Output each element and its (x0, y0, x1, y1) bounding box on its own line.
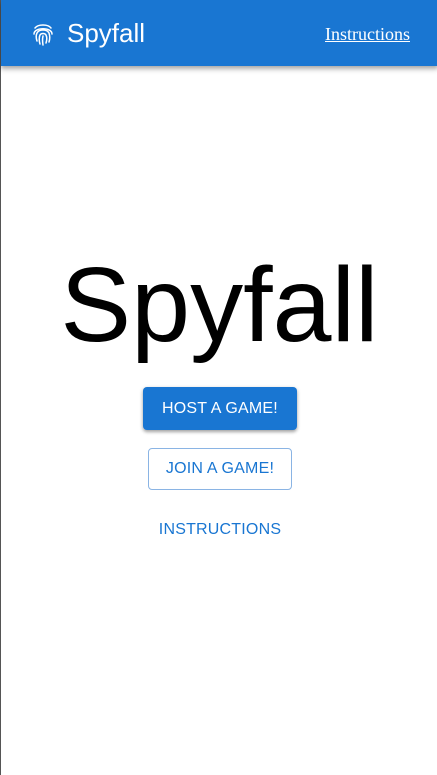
fingerprint-icon (31, 21, 55, 47)
app-title: Spyfall (67, 18, 146, 48)
join-game-button[interactable]: JOIN A GAME! (148, 448, 292, 490)
app-page: Spyfall Instructions Spyfall HOST A GAME… (0, 0, 437, 775)
host-game-button[interactable]: HOST A GAME! (143, 387, 297, 430)
app-bar: Spyfall Instructions (1, 0, 437, 66)
instructions-button[interactable]: INSTRUCTIONS (144, 512, 296, 548)
hero-title: Spyfall (60, 246, 379, 364)
nav-instructions-link[interactable]: Instructions (325, 23, 410, 45)
